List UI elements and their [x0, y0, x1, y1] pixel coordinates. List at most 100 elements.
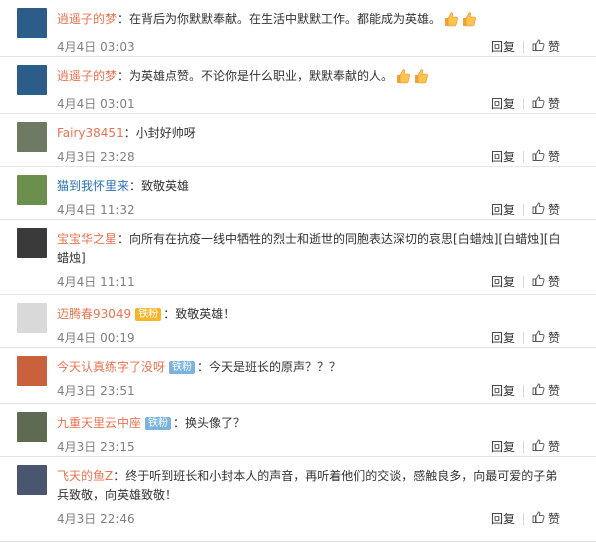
like-thumb-icon: [532, 382, 545, 400]
avatar[interactable]: [17, 8, 47, 38]
like-button[interactable]: 赞: [532, 273, 560, 291]
comment-date: 4月3日: [57, 150, 97, 164]
avatar[interactable]: [17, 412, 47, 442]
like-button[interactable]: 赞: [532, 201, 560, 219]
comment-username[interactable]: 今天认真练字了没呀: [57, 360, 165, 374]
comment-username[interactable]: Fairy38451: [57, 126, 124, 140]
like-thumb-icon: [532, 201, 545, 219]
reply-label: 回复: [490, 97, 515, 111]
comment-time: 03:03: [100, 40, 135, 54]
comment-username[interactable]: 逍遥子的梦: [57, 69, 117, 83]
avatar[interactable]: [17, 465, 47, 495]
comment-username[interactable]: 猫到我怀里来: [57, 179, 129, 193]
comment-username[interactable]: 飞天的鱼Z: [57, 469, 113, 483]
like-button[interactable]: 赞: [532, 95, 560, 113]
reply-button[interactable]: 回复: [491, 329, 515, 347]
avatar[interactable]: [17, 175, 47, 205]
colon-separator: ：: [117, 69, 130, 83]
comment-item: Fairy38451：小封好帅呀 4月3日 23:28 回复 赞: [0, 114, 596, 167]
comment-item: 飞天的鱼Z：终于听到班长和小封本人的声音，再听着他们的交谈，感触良多，向最可爱的…: [0, 457, 596, 542]
reply-label: 回复: [490, 150, 515, 164]
reply-label: 回复: [490, 40, 515, 54]
reply-button[interactable]: 回复: [491, 148, 515, 166]
comment-list: 逍遥子的梦：在背后为你默默奉献。在生活中默默工作。都能成为英雄。 4月4日 03…: [0, 0, 596, 542]
reply-button[interactable]: 回复: [491, 273, 515, 291]
comment-time: 11:11: [100, 275, 135, 289]
thumbs-up-emojis: [441, 12, 477, 27]
action-divider: [522, 332, 524, 344]
avatar[interactable]: [17, 356, 47, 386]
colon-separator: ：: [117, 232, 130, 246]
like-thumb-icon: [532, 329, 545, 347]
like-thumb-icon: [532, 510, 545, 528]
action-divider: [522, 276, 524, 288]
comment-date: 4月4日: [57, 331, 97, 345]
comment-text: 今天是班长的原声？？？: [209, 360, 342, 374]
avatar[interactable]: [17, 65, 47, 95]
colon-separator: ：: [123, 126, 136, 140]
comment-text: 在背后为你默默奉献。在生活中默默工作。都能成为英雄。: [129, 12, 442, 26]
colon-separator: ：: [129, 179, 142, 193]
comment-username[interactable]: 逍遥子的梦: [57, 12, 117, 26]
like-button[interactable]: 赞: [532, 382, 560, 400]
comment-text: 为英雄点赞。不论你是什么职业，默默奉献的人。: [129, 69, 394, 83]
colon-separator: ：: [173, 416, 186, 430]
fan-badge: 铁粉: [169, 361, 196, 374]
action-divider: [522, 385, 524, 397]
comment-date: 4月4日: [57, 40, 97, 54]
comment-time: 23:15: [100, 440, 135, 454]
reply-button[interactable]: 回复: [491, 510, 515, 528]
reply-label: 回复: [490, 384, 515, 398]
like-label: 赞: [547, 275, 560, 289]
comment-item: 逍遥子的梦：为英雄点赞。不论你是什么职业，默默奉献的人。 4月4日 03:01 …: [0, 57, 596, 114]
comment-text: 致敬英雄！: [175, 307, 236, 321]
fan-badge: 铁粉: [145, 417, 172, 430]
comment-time: 23:28: [100, 150, 135, 164]
avatar[interactable]: [17, 122, 47, 152]
comment-date: 4月3日: [57, 512, 97, 526]
action-divider: [522, 98, 524, 110]
like-button[interactable]: 赞: [532, 148, 560, 166]
comment-item: 迈腾春93049 铁粉 ：致敬英雄！ 4月4日 00:19 回复 赞: [0, 295, 596, 348]
like-button[interactable]: 赞: [532, 510, 560, 528]
action-divider: [522, 151, 524, 163]
comment-username[interactable]: 迈腾春93049: [57, 307, 131, 321]
comment-time: 23:51: [100, 384, 135, 398]
comment-username[interactable]: 宝宝华之星: [57, 232, 117, 246]
like-label: 赞: [547, 440, 560, 454]
comment-date: 4月4日: [57, 97, 97, 111]
comment-item: 九重天里云中座 铁粉 ：换头像了？ 4月3日 23:15 回复 赞: [0, 404, 596, 457]
reply-button[interactable]: 回复: [491, 201, 515, 219]
like-thumb-icon: [532, 148, 545, 166]
reply-label: 回复: [490, 203, 515, 217]
reply-label: 回复: [490, 512, 515, 526]
reply-label: 回复: [490, 331, 515, 345]
comment-text: 向所有在抗疫一线中牺牲的烈士和逝世的同胞表达深切的哀思[白蜡烛][白蜡烛][白蜡…: [57, 232, 561, 265]
comment-time: 22:46: [100, 512, 135, 526]
avatar[interactable]: [17, 228, 47, 258]
reply-button[interactable]: 回复: [491, 382, 515, 400]
fan-badge: 铁粉: [135, 308, 162, 321]
colon-separator: ：: [117, 12, 130, 26]
comment-item: 猫到我怀里来：致敬英雄 4月4日 11:32 回复 赞: [0, 167, 596, 220]
comment-date: 4月3日: [57, 440, 97, 454]
reply-button[interactable]: 回复: [491, 95, 515, 113]
like-button[interactable]: 赞: [532, 438, 560, 456]
comment-text: 小封好帅呀: [135, 126, 196, 140]
reply-button[interactable]: 回复: [491, 38, 515, 56]
thumbs-up-emoji-icon: [413, 68, 429, 90]
like-thumb-icon: [532, 95, 545, 113]
like-thumb-icon: [532, 438, 545, 456]
comment-username[interactable]: 九重天里云中座: [57, 416, 141, 430]
reply-button[interactable]: 回复: [491, 438, 515, 456]
colon-separator: ：: [163, 307, 176, 321]
like-button[interactable]: 赞: [532, 329, 560, 347]
comment-time: 00:19: [100, 331, 135, 345]
avatar[interactable]: [17, 303, 47, 333]
like-button[interactable]: 赞: [532, 38, 560, 56]
thumbs-up-emoji-icon: [443, 11, 459, 33]
action-divider: [522, 41, 524, 53]
comment-item: 宝宝华之星：向所有在抗疫一线中牺牲的烈士和逝世的同胞表达深切的哀思[白蜡烛][白…: [0, 220, 596, 295]
thumbs-up-emoji-icon: [461, 11, 477, 33]
comment-time: 11:32: [100, 203, 135, 217]
